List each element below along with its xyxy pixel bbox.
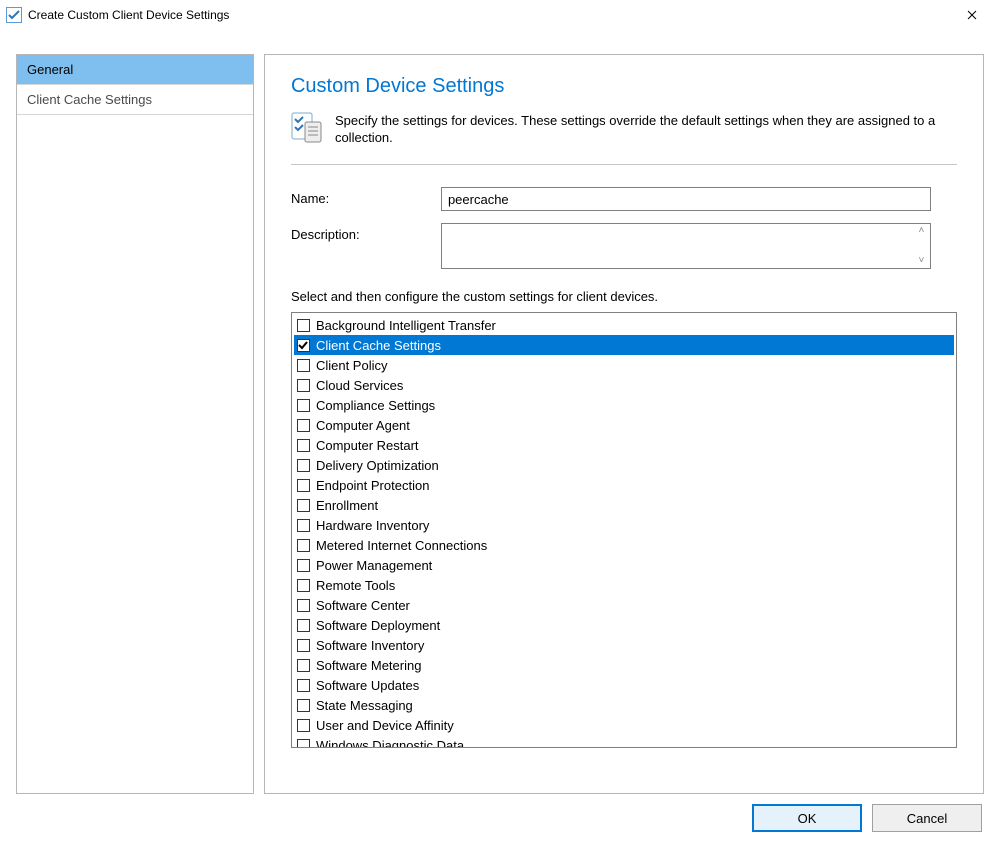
setting-row[interactable]: Hardware Inventory [294, 515, 954, 535]
setting-checkbox[interactable] [297, 439, 310, 452]
setting-checkbox[interactable] [297, 699, 310, 712]
setting-label: Endpoint Protection [316, 478, 951, 493]
setting-checkbox[interactable] [297, 519, 310, 532]
setting-label: Client Cache Settings [316, 338, 951, 353]
setting-checkbox[interactable] [297, 479, 310, 492]
intro-text: Specify the settings for devices. These … [335, 112, 957, 146]
sidebar-item-client-cache-settings[interactable]: Client Cache Settings [17, 85, 253, 115]
setting-checkbox[interactable] [297, 379, 310, 392]
setting-row[interactable]: Cloud Services [294, 375, 954, 395]
setting-label: Software Center [316, 598, 951, 613]
window-icon [6, 7, 22, 23]
setting-row[interactable]: Power Management [294, 555, 954, 575]
setting-label: Software Inventory [316, 638, 951, 653]
setting-checkbox[interactable] [297, 399, 310, 412]
settings-list[interactable]: Background Intelligent Transfer Client Ca… [291, 312, 957, 748]
titlebar: Create Custom Client Device Settings [0, 0, 1000, 30]
setting-label: Compliance Settings [316, 398, 951, 413]
setting-checkbox[interactable] [297, 619, 310, 632]
name-field-row: Name: [291, 187, 957, 211]
ok-button[interactable]: OK [752, 804, 862, 832]
setting-label: Metered Internet Connections [316, 538, 951, 553]
setting-row[interactable]: Software Metering [294, 655, 954, 675]
close-button[interactable] [952, 1, 992, 29]
setting-checkbox[interactable] [297, 459, 310, 472]
settings-checklist-icon [291, 112, 323, 144]
setting-row[interactable]: Endpoint Protection [294, 475, 954, 495]
setting-checkbox[interactable] [297, 599, 310, 612]
setting-row[interactable]: State Messaging [294, 695, 954, 715]
sidebar: GeneralClient Cache Settings [16, 54, 254, 794]
dialog-body: GeneralClient Cache Settings Custom Devi… [16, 54, 984, 794]
setting-label: Remote Tools [316, 578, 951, 593]
scroll-down-icon[interactable]: ˅ [919, 256, 925, 266]
setting-checkbox[interactable] [297, 339, 310, 352]
setting-row[interactable]: Software Updates [294, 675, 954, 695]
setting-row[interactable]: Software Inventory [294, 635, 954, 655]
setting-row[interactable]: Enrollment [294, 495, 954, 515]
setting-row[interactable]: Windows Diagnostic Data [294, 735, 954, 748]
cancel-button[interactable]: Cancel [872, 804, 982, 832]
setting-checkbox[interactable] [297, 419, 310, 432]
scroll-up-icon[interactable]: ˄ [919, 226, 925, 236]
description-field-row: Description: ˄ ˅ [291, 223, 957, 269]
setting-checkbox[interactable] [297, 719, 310, 732]
setting-row[interactable]: Software Center [294, 595, 954, 615]
divider [291, 164, 957, 165]
setting-label: Windows Diagnostic Data [316, 738, 951, 749]
setting-checkbox[interactable] [297, 659, 310, 672]
setting-label: Delivery Optimization [316, 458, 951, 473]
setting-label: User and Device Affinity [316, 718, 951, 733]
setting-label: Enrollment [316, 498, 951, 513]
setting-label: Computer Agent [316, 418, 951, 433]
description-input[interactable] [442, 224, 913, 268]
setting-row[interactable]: User and Device Affinity [294, 715, 954, 735]
setting-row[interactable]: Background Intelligent Transfer [294, 315, 954, 335]
setting-label: Power Management [316, 558, 951, 573]
setting-label: Software Deployment [316, 618, 951, 633]
settings-instruction: Select and then configure the custom set… [291, 289, 957, 304]
setting-row[interactable]: Computer Agent [294, 415, 954, 435]
page-title: Custom Device Settings [291, 75, 957, 98]
setting-checkbox[interactable] [297, 539, 310, 552]
description-label: Description: [291, 223, 441, 242]
name-label: Name: [291, 187, 441, 206]
setting-row[interactable]: Remote Tools [294, 575, 954, 595]
setting-label: Computer Restart [316, 438, 951, 453]
setting-label: Hardware Inventory [316, 518, 951, 533]
setting-row[interactable]: Compliance Settings [294, 395, 954, 415]
setting-label: State Messaging [316, 698, 951, 713]
setting-label: Software Metering [316, 658, 951, 673]
setting-row[interactable]: Metered Internet Connections [294, 535, 954, 555]
setting-label: Software Updates [316, 678, 951, 693]
setting-checkbox[interactable] [297, 359, 310, 372]
setting-checkbox[interactable] [297, 499, 310, 512]
setting-checkbox[interactable] [297, 579, 310, 592]
setting-checkbox[interactable] [297, 739, 310, 749]
setting-row[interactable]: Delivery Optimization [294, 455, 954, 475]
setting-checkbox[interactable] [297, 319, 310, 332]
name-input[interactable] [441, 187, 931, 211]
intro-row: Specify the settings for devices. These … [291, 112, 957, 146]
window-title: Create Custom Client Device Settings [28, 8, 952, 22]
setting-row[interactable]: Computer Restart [294, 435, 954, 455]
sidebar-item-general[interactable]: General [17, 55, 253, 85]
content-panel: Custom Device Settings Specify the setti… [264, 54, 984, 794]
setting-row[interactable]: Software Deployment [294, 615, 954, 635]
button-bar: OK Cancel [752, 804, 982, 832]
setting-checkbox[interactable] [297, 559, 310, 572]
setting-label: Background Intelligent Transfer [316, 318, 951, 333]
setting-row[interactable]: Client Policy [294, 355, 954, 375]
setting-checkbox[interactable] [297, 639, 310, 652]
description-scrollbar[interactable]: ˄ ˅ [913, 224, 930, 268]
setting-checkbox[interactable] [297, 679, 310, 692]
setting-label: Cloud Services [316, 378, 951, 393]
setting-label: Client Policy [316, 358, 951, 373]
setting-row[interactable]: Client Cache Settings [294, 335, 954, 355]
